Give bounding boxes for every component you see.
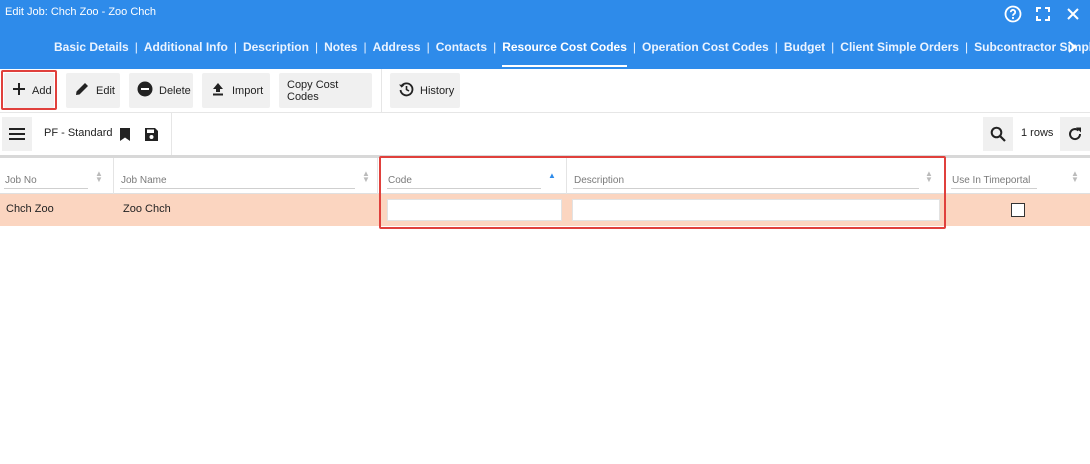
delete-button[interactable]: Delete (129, 73, 193, 108)
header-actions (1000, 2, 1086, 26)
edit-button-label: Edit (96, 84, 115, 97)
tab-budget[interactable]: Budget (780, 36, 829, 69)
add-button-label: Add (32, 84, 52, 97)
search-icon[interactable] (983, 117, 1013, 151)
delete-button-label: Delete (159, 84, 191, 97)
bookmark-icon[interactable] (117, 125, 133, 143)
fullscreen-icon[interactable] (1030, 2, 1056, 26)
history-button[interactable]: History (390, 73, 460, 108)
view-bar-divider (171, 113, 172, 155)
tab-operation-cost-codes[interactable]: Operation Cost Codes (638, 36, 773, 69)
row-count: 1 rows (1021, 127, 1054, 139)
tab-separator: | (134, 40, 138, 54)
column-label: Description (574, 175, 625, 186)
tab-separator: | (774, 40, 778, 54)
grid-header: Job No ▲ ▼ Job Name ▲ ▼ Code ▲ Description… (0, 158, 1090, 194)
help-icon[interactable] (1000, 2, 1026, 26)
column-header-description[interactable]: Description ▲ ▼ (567, 158, 946, 194)
tab-separator: | (363, 40, 367, 54)
edit-button[interactable]: Edit (66, 73, 120, 108)
tab-basic-details[interactable]: Basic Details (50, 36, 133, 69)
tab-client-simple-orders[interactable]: Client Simple Orders (836, 36, 963, 69)
view-bar: PF - Standard 1 rows (0, 113, 1090, 155)
column-label: Job No (5, 175, 37, 186)
tab-separator: | (964, 40, 969, 54)
copy-cost-codes-button[interactable]: Copy Cost Codes (279, 73, 372, 108)
sort-ascending-icon[interactable]: ▲ (548, 172, 556, 180)
sort-icon[interactable]: ▲ ▼ (1071, 170, 1079, 184)
cell-job-name: Zoo Chch (123, 203, 171, 215)
copy-cost-codes-label: Copy Cost Codes (287, 78, 339, 103)
dialog-header: Edit Job: Chch Zoo - Zoo Chch Basic Deta… (0, 0, 1090, 69)
code-input[interactable] (387, 199, 562, 221)
tab-notes[interactable]: Notes (320, 36, 361, 69)
pencil-icon (74, 81, 90, 100)
tab-additional-info[interactable]: Additional Info (140, 36, 232, 69)
sort-icon[interactable]: ▲ ▼ (95, 170, 103, 184)
header-underline (120, 188, 355, 189)
header-underline (573, 188, 919, 189)
close-icon[interactable] (1060, 2, 1086, 26)
column-label: Code (388, 175, 412, 186)
table-row[interactable]: Chch Zoo Zoo Chch (0, 194, 1090, 226)
minus-circle-icon (137, 81, 153, 100)
tab-separator: | (493, 40, 497, 54)
import-button[interactable]: Import (202, 73, 270, 108)
column-label: Use In Timeportal (952, 175, 1031, 186)
tab-separator: | (632, 40, 637, 54)
refresh-icon[interactable] (1060, 117, 1090, 151)
chevron-right-icon[interactable] (1066, 40, 1078, 59)
sort-icon[interactable]: ▲ ▼ (925, 170, 933, 184)
view-name: PF - Standard (44, 127, 113, 139)
column-header-code[interactable]: Code ▲ (378, 158, 567, 194)
column-header-use-in-timeportal[interactable]: Use In Timeportal ▲ ▼ (946, 158, 1090, 194)
save-icon[interactable] (142, 125, 160, 143)
tab-resource-cost-codes[interactable]: Resource Cost Codes (498, 36, 631, 69)
import-button-label: Import (232, 84, 264, 97)
tab-separator: | (233, 40, 237, 54)
tab-separator: | (314, 40, 319, 54)
cell-job-no: Chch Zoo (6, 203, 54, 215)
toolbar-divider (381, 69, 382, 113)
history-button-label: History (420, 84, 455, 97)
menu-icon[interactable] (2, 117, 32, 151)
history-icon (398, 81, 414, 100)
upload-icon (210, 81, 226, 100)
tab-contacts[interactable]: Contacts (432, 36, 491, 69)
column-header-job-no[interactable]: Job No ▲ ▼ (0, 158, 114, 194)
tab-description[interactable]: Description (239, 36, 313, 69)
plus-icon (12, 82, 26, 99)
window-title: Edit Job: Chch Zoo - Zoo Chch (5, 6, 157, 18)
header-underline (387, 188, 541, 189)
cost-codes-grid: Job No ▲ ▼ Job Name ▲ ▼ Code ▲ Description… (0, 155, 1090, 226)
tab-separator: | (831, 40, 835, 54)
column-label: Job Name (121, 175, 167, 186)
tab-address[interactable]: Address (369, 36, 425, 69)
column-header-job-name[interactable]: Job Name ▲ ▼ (114, 158, 378, 194)
header-underline (4, 188, 88, 189)
tab-strip: Basic Details | Additional Info | Descri… (50, 36, 1090, 69)
action-toolbar: Add Edit Delete Import Copy Cost Codes H… (0, 69, 1090, 113)
description-input[interactable] (572, 199, 940, 221)
tab-separator: | (426, 40, 430, 54)
use-in-timeportal-checkbox[interactable] (1011, 203, 1025, 217)
sort-icon[interactable]: ▲ ▼ (362, 170, 370, 184)
add-button[interactable]: Add (4, 73, 54, 108)
header-underline (951, 188, 1037, 189)
